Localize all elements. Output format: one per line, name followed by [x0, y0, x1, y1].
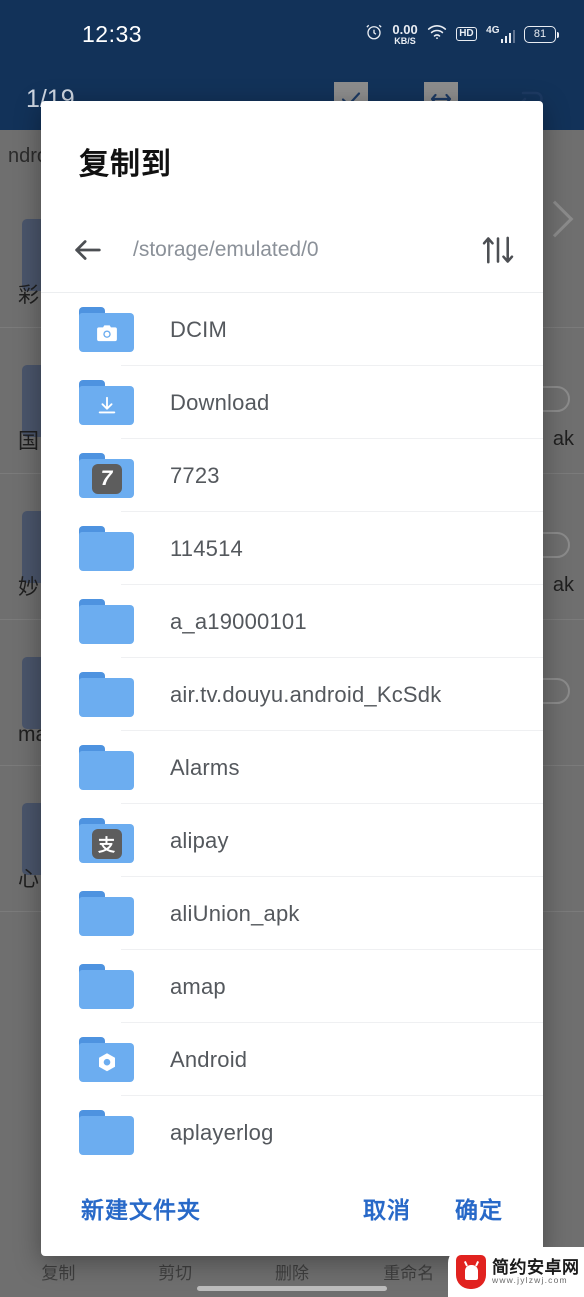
folder-name: Android — [170, 1046, 248, 1072]
watermark-url: www.jylzwj.com — [492, 1275, 568, 1286]
battery-level-label: 81 — [533, 28, 547, 40]
folder-name: Download — [170, 389, 270, 415]
list-item[interactable]: 7 7723 — [41, 439, 543, 512]
folder-icon — [79, 1110, 134, 1155]
list-item[interactable]: Download — [41, 366, 543, 439]
cancel-button[interactable]: 取消 — [363, 1191, 411, 1225]
back-arrow-icon[interactable] — [71, 233, 105, 267]
folder-name: a_a19000101 — [170, 608, 307, 634]
folder-name: aplayerlog — [170, 1119, 274, 1145]
folder-name: air.tv.douyu.android_KcSdk — [170, 681, 442, 707]
folder-camera-icon — [79, 307, 134, 352]
dialog-title: 复制到 — [79, 148, 172, 181]
phone-screen: 12:33 0.00 KB/S HD 4G 81 1/19 ndroid 彩 国… — [0, 0, 584, 1297]
site-watermark: 简约安卓网 www.jylzwj.com — [448, 1247, 584, 1297]
background-item-suffix: ak — [552, 428, 574, 450]
network-type-label: 4G — [486, 24, 500, 36]
folder-name: aliUnion_apk — [170, 900, 300, 926]
bottom-action-cut[interactable]: 剪切 — [117, 1259, 234, 1284]
folder-name: alipay — [170, 827, 229, 853]
signal-bars-icon — [500, 29, 515, 43]
net-speed-unit: KB/S — [394, 35, 416, 46]
watermark-title: 简约安卓网 — [492, 1257, 580, 1277]
confirm-button[interactable]: 确定 — [455, 1191, 503, 1225]
background-item-suffix: ak — [552, 574, 574, 596]
sort-icon[interactable] — [481, 234, 515, 266]
status-bar-clock: 12:33 — [82, 20, 143, 47]
bottom-action-copy[interactable]: 复制 — [0, 1259, 117, 1284]
list-item[interactable]: DCIM — [41, 293, 543, 366]
background-item-label: 国 — [18, 430, 39, 453]
folder-name: amap — [170, 973, 226, 999]
folder-name: 114514 — [170, 535, 243, 561]
background-item-label: 心 — [18, 868, 39, 891]
folder-name: 7723 — [170, 462, 220, 488]
copy-to-dialog: 复制到 /storage/emulated/0 DCIM Download 7 … — [41, 101, 543, 1256]
list-item[interactable]: aplayerlog — [41, 1096, 543, 1160]
folder-icon — [79, 891, 134, 936]
folder-badge-label: 7 — [91, 463, 122, 494]
mobile-signal-icon: 4G — [486, 24, 515, 43]
network-speed-indicator: 0.00 KB/S — [392, 23, 417, 46]
list-item[interactable]: 支 alipay — [41, 804, 543, 877]
folder-name: DCIM — [170, 316, 228, 342]
background-item-label: 彩 — [18, 284, 39, 307]
battery-icon: 81 — [524, 25, 559, 43]
list-item[interactable]: 114514 — [41, 512, 543, 585]
status-bar: 12:33 0.00 KB/S HD 4G 81 — [0, 0, 584, 68]
folder-icon — [79, 526, 134, 571]
wifi-icon — [427, 24, 447, 45]
status-bar-icons: 0.00 KB/S HD 4G 81 — [365, 0, 559, 68]
folder-list[interactable]: DCIM Download 7 7723 114514 a_a19000101 … — [41, 293, 543, 1160]
folder-gear-icon — [79, 1037, 134, 1082]
list-item[interactable]: aliUnion_apk — [41, 877, 543, 950]
net-speed-value: 0.00 — [392, 21, 418, 37]
folder-icon — [79, 745, 134, 790]
folder-badge-icon: 7 — [79, 453, 134, 498]
alarm-clock-icon — [365, 23, 383, 46]
list-item[interactable]: a_a19000101 — [41, 585, 543, 658]
folder-name: Alarms — [170, 754, 240, 780]
folder-badge-icon: 支 — [79, 818, 134, 863]
folder-icon — [79, 964, 134, 1009]
folder-badge-label: 支 — [91, 828, 122, 859]
background-item-label: 妙 — [18, 576, 39, 599]
new-folder-button[interactable]: 新建文件夹 — [81, 1191, 201, 1225]
list-item[interactable]: Alarms — [41, 731, 543, 804]
folder-download-icon — [79, 380, 134, 425]
home-indicator — [197, 1286, 387, 1291]
folder-icon — [79, 672, 134, 717]
dialog-action-bar: 新建文件夹 取消 确定 — [41, 1160, 543, 1256]
list-item[interactable]: air.tv.douyu.android_KcSdk — [41, 658, 543, 731]
hd-call-icon: HD — [455, 27, 478, 41]
list-item[interactable]: Android — [41, 1023, 543, 1096]
android-shield-logo-icon — [456, 1255, 486, 1289]
bottom-action-delete[interactable]: 删除 — [234, 1259, 351, 1284]
dialog-path-bar: /storage/emulated/0 — [41, 207, 543, 293]
list-item[interactable]: amap — [41, 950, 543, 1023]
folder-icon — [79, 599, 134, 644]
dialog-path-text[interactable]: /storage/emulated/0 — [133, 238, 481, 262]
